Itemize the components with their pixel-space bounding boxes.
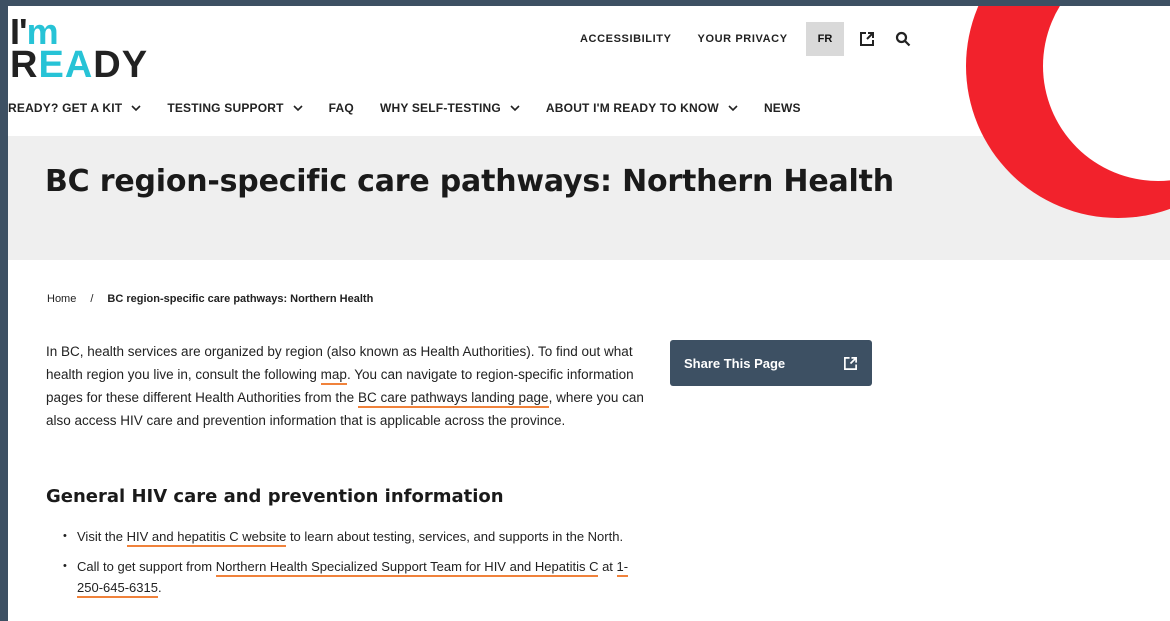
chevron-down-icon xyxy=(131,105,141,112)
bc-care-pathways-link[interactable]: BC care pathways landing page xyxy=(357,390,549,408)
page-title: BC region-specific care pathways: Northe… xyxy=(45,164,894,199)
logo-line-2: READY xyxy=(10,44,149,86)
external-link-icon xyxy=(844,356,857,370)
breadcrumb-separator: / xyxy=(90,293,94,305)
main-content: In BC, health services are organized by … xyxy=(46,340,646,432)
nav-item-news[interactable]: NEWS xyxy=(764,101,801,115)
support-team-link[interactable]: Northern Health Specialized Support Team… xyxy=(215,559,599,577)
section-heading: General HIV care and prevention informat… xyxy=(46,486,504,507)
info-list: Visit the HIV and hepatitis C website to… xyxy=(46,526,646,607)
nav-item-testing-support[interactable]: TESTING SUPPORT xyxy=(167,101,303,115)
list-item: Visit the HIV and hepatitis C website to… xyxy=(46,526,646,547)
nav-item-about[interactable]: ABOUT I'M READY TO KNOW xyxy=(546,101,738,115)
chevron-down-icon xyxy=(510,105,520,112)
decorative-red-ring xyxy=(948,6,1170,260)
nav-item-get-a-kit[interactable]: READY? GET A KIT xyxy=(8,101,141,115)
external-link-icon[interactable] xyxy=(856,28,878,50)
language-toggle-fr[interactable]: FR xyxy=(805,22,845,56)
utility-nav: ACCESSIBILITY YOUR PRIVACY FR xyxy=(580,22,928,56)
search-icon[interactable] xyxy=(892,28,914,50)
chevron-down-icon xyxy=(728,105,738,112)
share-label: Share This Page xyxy=(684,355,786,371)
accessibility-link[interactable]: ACCESSIBILITY xyxy=(580,33,672,45)
page: I'm READY ACCESSIBILITY YOUR PRIVACY FR … xyxy=(8,6,1170,621)
share-page-button[interactable]: Share This Page xyxy=(670,340,872,386)
main-nav: READY? GET A KIT TESTING SUPPORT FAQ WHY… xyxy=(8,98,827,118)
breadcrumb-current: BC region-specific care pathways: Northe… xyxy=(107,293,374,305)
list-item: Call to get support from Northern Health… xyxy=(46,556,646,598)
breadcrumb-home[interactable]: Home xyxy=(47,293,76,305)
map-link[interactable]: map xyxy=(320,367,347,385)
hiv-hepc-website-link[interactable]: HIV and hepatitis C website xyxy=(126,529,287,547)
breadcrumb: Home / BC region-specific care pathways:… xyxy=(47,293,373,305)
nav-item-why-self-testing[interactable]: WHY SELF-TESTING xyxy=(380,101,520,115)
your-privacy-link[interactable]: YOUR PRIVACY xyxy=(698,33,788,45)
im-ready-logo[interactable]: I'm READY xyxy=(10,14,180,86)
chevron-down-icon xyxy=(293,105,303,112)
nav-item-faq[interactable]: FAQ xyxy=(329,101,354,115)
intro-paragraph: In BC, health services are organized by … xyxy=(46,344,644,428)
